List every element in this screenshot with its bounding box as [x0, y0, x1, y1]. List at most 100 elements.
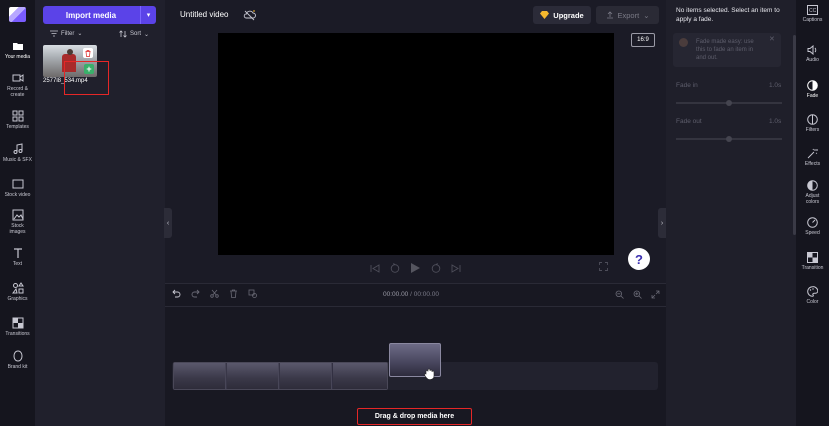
rail-templates[interactable]: Templates: [0, 110, 35, 130]
grab-hand-cursor-icon: [424, 368, 435, 380]
export-button[interactable]: Export ⌄: [596, 6, 659, 24]
fade-out-slider[interactable]: [676, 136, 782, 142]
rail-effects[interactable]: Effects: [796, 148, 829, 167]
filter-button[interactable]: Filter ⌄: [50, 30, 82, 37]
fade-in-slider[interactable]: [676, 100, 782, 106]
skip-forward-icon[interactable]: [451, 263, 461, 273]
rail-brand-kit[interactable]: Brand kit: [0, 350, 35, 370]
rail-audio[interactable]: Audio: [796, 45, 829, 63]
upload-icon: [606, 11, 613, 19]
trash-icon: [85, 49, 91, 57]
timeline-video-clip[interactable]: [173, 362, 388, 390]
rail-stock-images[interactable]: Stock images: [0, 209, 35, 235]
fade-out-slider-knob[interactable]: [726, 136, 732, 142]
rail-music-sfx[interactable]: Music & SFX: [0, 143, 35, 163]
close-tip-icon[interactable]: ✕: [769, 35, 775, 43]
cloud-sync-off-icon[interactable]: [243, 9, 257, 21]
fade-tip-text: Fade made easy: use this to fade an item…: [696, 39, 754, 61]
rewind-5s-icon[interactable]: [390, 263, 400, 273]
import-media-label[interactable]: Import media: [43, 6, 139, 24]
highlight-box: [64, 61, 109, 95]
rail-label: Transition: [801, 265, 824, 271]
rail-label: Color: [806, 299, 819, 305]
zoom-in-icon[interactable]: [633, 290, 642, 299]
chevron-down-icon: ⌄: [144, 31, 150, 38]
clip-frame: [227, 363, 279, 389]
video-camera-icon: [12, 74, 23, 82]
speaker-icon: [807, 45, 817, 55]
adjust-colors-icon: [807, 180, 818, 191]
import-media-button[interactable]: Import media ▾: [43, 6, 156, 24]
clip-frame: [174, 363, 226, 389]
rail-adjust-colors[interactable]: Adjust colors: [796, 180, 829, 205]
folder-icon: [12, 43, 23, 50]
filters-icon: [807, 114, 818, 125]
export-label: Export: [617, 10, 640, 20]
rail-label: Transitions: [5, 331, 30, 337]
delete-media-button[interactable]: [83, 48, 93, 58]
fade-in-slider-knob[interactable]: [726, 100, 732, 106]
chevron-down-icon: ⌄: [77, 31, 83, 37]
rail-label: Adjust colors: [805, 193, 820, 205]
rail-label: Graphics: [7, 296, 28, 302]
chevron-left-icon: ‹: [166, 219, 170, 227]
sort-button[interactable]: Sort ⌄: [119, 30, 149, 38]
rail-captions[interactable]: CC Captions: [796, 5, 829, 23]
rail-label: Text: [12, 261, 23, 267]
fullscreen-icon[interactable]: [599, 262, 608, 271]
rail-speed[interactable]: Speed: [796, 217, 829, 236]
rail-label: Stock images: [9, 223, 26, 235]
help-button[interactable]: ?: [628, 248, 650, 270]
delete-icon[interactable]: [229, 289, 238, 298]
thumbnail-figure-head: [67, 49, 73, 55]
undo-icon[interactable]: [172, 289, 181, 298]
forward-5s-icon[interactable]: [431, 263, 441, 273]
collapse-left-panel-button[interactable]: ‹: [164, 208, 172, 238]
video-preview[interactable]: [218, 33, 614, 255]
upgrade-button[interactable]: Upgrade: [533, 6, 591, 24]
rail-fade[interactable]: Fade: [796, 80, 829, 99]
fade-out-label: Fade out: [676, 118, 702, 125]
zoom-controls: [615, 290, 660, 299]
rail-label: Captions: [802, 17, 823, 23]
duplicate-icon[interactable]: [248, 289, 257, 298]
rail-filters[interactable]: Filters: [796, 114, 829, 133]
skip-back-icon[interactable]: [370, 263, 380, 273]
rail-record-create[interactable]: Record & create: [0, 72, 35, 98]
drop-media-label: Drag & drop media here: [374, 413, 455, 420]
rail-label: Your media: [4, 54, 31, 60]
sort-label: Sort: [130, 31, 142, 37]
fit-timeline-icon[interactable]: [651, 290, 660, 299]
project-title[interactable]: Untitled video: [180, 10, 228, 19]
transitions-icon: [12, 317, 23, 329]
brand-kit-icon: [12, 350, 23, 362]
rail-text[interactable]: Text: [0, 247, 35, 267]
rail-label: Brand kit: [7, 364, 28, 370]
rail-transitions[interactable]: Transitions: [0, 317, 35, 337]
rail-color[interactable]: Color: [796, 286, 829, 305]
rail-your-media[interactable]: Your media: [0, 40, 35, 60]
rail-graphics[interactable]: Graphics: [0, 282, 35, 302]
aspect-ratio-button[interactable]: 16:9: [631, 33, 655, 47]
zoom-out-icon[interactable]: [615, 290, 624, 299]
redo-icon[interactable]: [191, 289, 200, 298]
import-dropdown-chevron-icon[interactable]: ▾: [140, 6, 156, 24]
rail-transition[interactable]: Transition: [796, 252, 829, 271]
rail-label: Templates: [6, 124, 29, 130]
timecode: 00:00.00 / 00:00.00: [383, 291, 439, 298]
right-rail: [796, 0, 829, 426]
film-icon: [12, 179, 23, 189]
timeline-divider: [165, 306, 666, 307]
clipchamp-logo-icon: [9, 7, 26, 22]
rail-label: Music & SFX: [3, 157, 32, 163]
collapse-right-panel-button[interactable]: ›: [658, 208, 666, 238]
palette-icon: [807, 286, 818, 297]
play-icon[interactable]: [410, 262, 421, 274]
rail-stock-video[interactable]: Stock video: [0, 178, 35, 198]
rail-label: Speed: [805, 230, 820, 236]
chevron-right-icon: ›: [660, 219, 664, 227]
captions-icon: CC: [807, 5, 818, 15]
rail-label: Effects: [804, 161, 821, 167]
drop-media-zone[interactable]: Drag & drop media here: [357, 408, 472, 425]
split-scissors-icon[interactable]: [210, 289, 219, 298]
